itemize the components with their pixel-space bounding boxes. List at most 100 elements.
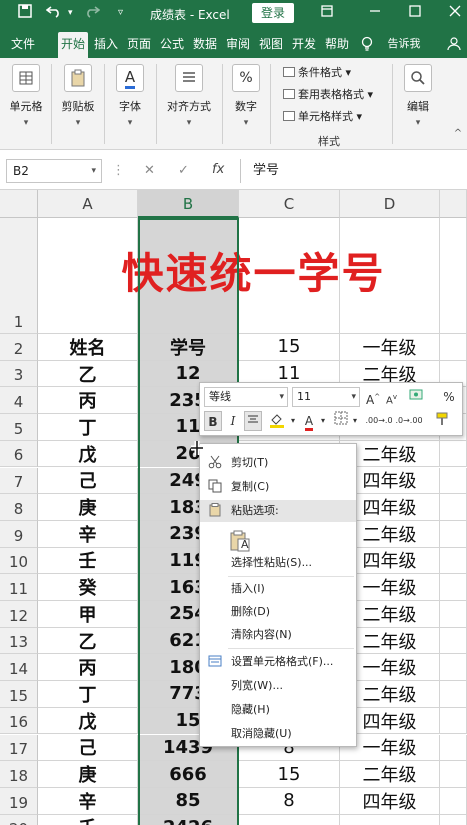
menu-copy[interactable]: 复制(C) bbox=[200, 476, 356, 498]
row-header[interactable]: 3 bbox=[0, 360, 38, 388]
tab-review[interactable]: 审阅 bbox=[223, 32, 253, 56]
cell-e[interactable] bbox=[440, 707, 467, 735]
cell-a[interactable]: 乙 bbox=[38, 360, 138, 388]
cell-a[interactable]: 辛 bbox=[38, 787, 138, 815]
cell-e[interactable] bbox=[440, 601, 467, 628]
row-header[interactable]: 8 bbox=[0, 494, 38, 521]
cell-e[interactable] bbox=[440, 334, 467, 361]
row-header[interactable]: 2 bbox=[0, 334, 38, 361]
italic-button[interactable]: I bbox=[224, 411, 242, 431]
cell-a[interactable]: 戊 bbox=[38, 707, 138, 735]
accounting-format-icon[interactable] bbox=[406, 387, 430, 407]
tab-developer[interactable]: 开发 bbox=[289, 32, 319, 56]
menu-cut[interactable]: 剪切(T) bbox=[200, 452, 356, 474]
cell-a[interactable]: 姓名 bbox=[38, 334, 138, 361]
enter-icon[interactable]: ✓ bbox=[178, 163, 189, 178]
cell-e[interactable] bbox=[440, 734, 467, 762]
menu-clear-contents[interactable]: 清除内容(N) bbox=[200, 624, 356, 646]
decrease-decimal-button[interactable]: .00→.0 bbox=[364, 411, 394, 431]
tab-formulas[interactable]: 公式 bbox=[157, 32, 187, 56]
chevron-down-icon[interactable]: ▾ bbox=[288, 411, 298, 431]
row-header[interactable]: 19 bbox=[0, 787, 38, 815]
row-header[interactable]: 1 bbox=[0, 218, 38, 334]
row-header[interactable]: 18 bbox=[0, 761, 38, 788]
borders-icon[interactable] bbox=[332, 411, 350, 431]
column-header-d[interactable]: D bbox=[340, 190, 440, 218]
mini-font-name[interactable]: 等线 ▾ bbox=[204, 387, 288, 407]
share-icon[interactable] bbox=[446, 32, 462, 56]
cell-e[interactable] bbox=[440, 574, 467, 601]
cell-d[interactable]: 四年级 bbox=[340, 787, 440, 815]
editing-group-button[interactable]: 编辑 ▾ bbox=[398, 58, 438, 150]
paste-default-icon[interactable]: A bbox=[230, 530, 250, 552]
cell-b[interactable]: 2426 bbox=[138, 814, 239, 825]
cell-d[interactable]: 一年级 bbox=[340, 334, 440, 361]
menu-paste-special[interactable]: 选择性粘贴(S)... bbox=[200, 552, 356, 574]
cell-c[interactable]: 8 bbox=[239, 787, 340, 815]
insert-function-button[interactable]: fx bbox=[212, 162, 224, 177]
undo-dropdown-icon[interactable]: ▾ bbox=[68, 8, 73, 18]
row-header[interactable]: 20 bbox=[0, 814, 38, 825]
cell-d[interactable] bbox=[340, 814, 440, 825]
restore-icon[interactable] bbox=[320, 4, 334, 22]
cell-e[interactable] bbox=[440, 654, 467, 682]
row-header[interactable]: 12 bbox=[0, 601, 38, 628]
format-painter-icon[interactable] bbox=[432, 411, 454, 431]
column-header-a[interactable]: A bbox=[38, 190, 138, 218]
row-header[interactable]: 6 bbox=[0, 440, 38, 468]
row-header[interactable]: 7 bbox=[0, 467, 38, 495]
cell-a[interactable]: 丁 bbox=[38, 681, 138, 708]
row-header[interactable]: 16 bbox=[0, 707, 38, 735]
menu-unhide[interactable]: 取消隐藏(U) bbox=[200, 723, 356, 745]
cell-a[interactable]: 癸 bbox=[38, 574, 138, 601]
tab-file[interactable]: 文件 bbox=[6, 32, 40, 56]
clipboard-group-button[interactable]: 剪贴板 ▾ bbox=[56, 58, 100, 150]
tab-page[interactable]: 页面 bbox=[124, 32, 154, 56]
select-all-corner[interactable] bbox=[0, 190, 38, 218]
shrink-font-button[interactable]: Av bbox=[386, 387, 397, 407]
row-header[interactable]: 13 bbox=[0, 627, 38, 655]
tell-me-box[interactable]: 告诉我 bbox=[384, 32, 424, 56]
cell-a[interactable]: 己 bbox=[38, 734, 138, 762]
cell-c[interactable]: 15 bbox=[239, 761, 340, 788]
cell-a[interactable]: 壬 bbox=[38, 547, 138, 575]
cell-a[interactable]: 丁 bbox=[38, 414, 138, 441]
cell-a[interactable]: 庚 bbox=[38, 494, 138, 521]
cell-e[interactable] bbox=[440, 814, 467, 825]
cell-a[interactable]: 丙 bbox=[38, 654, 138, 682]
column-header-c[interactable]: C bbox=[239, 190, 340, 218]
cell-e[interactable] bbox=[440, 520, 467, 548]
cell-e[interactable] bbox=[440, 787, 467, 815]
bold-button[interactable]: B bbox=[204, 411, 222, 431]
number-group-button[interactable]: % 数字 ▾ bbox=[226, 58, 266, 150]
row-header[interactable]: 15 bbox=[0, 681, 38, 708]
cell-a[interactable]: 乙 bbox=[38, 627, 138, 655]
fill-color-icon[interactable] bbox=[266, 411, 288, 431]
cell-a[interactable]: 己 bbox=[38, 467, 138, 495]
cell-c[interactable] bbox=[239, 814, 340, 825]
cell-e[interactable] bbox=[440, 761, 467, 788]
cell-e[interactable] bbox=[440, 467, 467, 495]
cell-c[interactable]: 15 bbox=[239, 334, 340, 361]
menu-hide[interactable]: 隐藏(H) bbox=[200, 699, 356, 721]
cell-e[interactable] bbox=[440, 547, 467, 575]
row-header[interactable]: 9 bbox=[0, 520, 38, 548]
row-header[interactable]: 17 bbox=[0, 734, 38, 762]
cell-b[interactable]: 学号 bbox=[138, 334, 239, 361]
menu-insert[interactable]: 插入(I) bbox=[200, 578, 356, 600]
row-header[interactable]: 14 bbox=[0, 654, 38, 682]
row-header[interactable]: 5 bbox=[0, 414, 38, 441]
cell-a[interactable]: 壬 bbox=[38, 814, 138, 825]
row-header[interactable]: 4 bbox=[0, 387, 38, 415]
tab-home[interactable]: 开始 bbox=[58, 32, 88, 58]
cell-a[interactable]: 辛 bbox=[38, 520, 138, 548]
row-header[interactable]: 11 bbox=[0, 574, 38, 601]
cell-a[interactable]: 甲 bbox=[38, 601, 138, 628]
percent-style-button[interactable]: % bbox=[440, 387, 458, 407]
close-icon[interactable] bbox=[448, 4, 462, 22]
increase-decimal-button[interactable]: .0→.00 bbox=[394, 411, 424, 431]
cell-a[interactable]: 戊 bbox=[38, 440, 138, 468]
tab-help[interactable]: 帮助 bbox=[322, 32, 352, 56]
font-group-button[interactable]: A 字体 ▾ bbox=[108, 58, 152, 150]
cell-a[interactable]: 庚 bbox=[38, 761, 138, 788]
